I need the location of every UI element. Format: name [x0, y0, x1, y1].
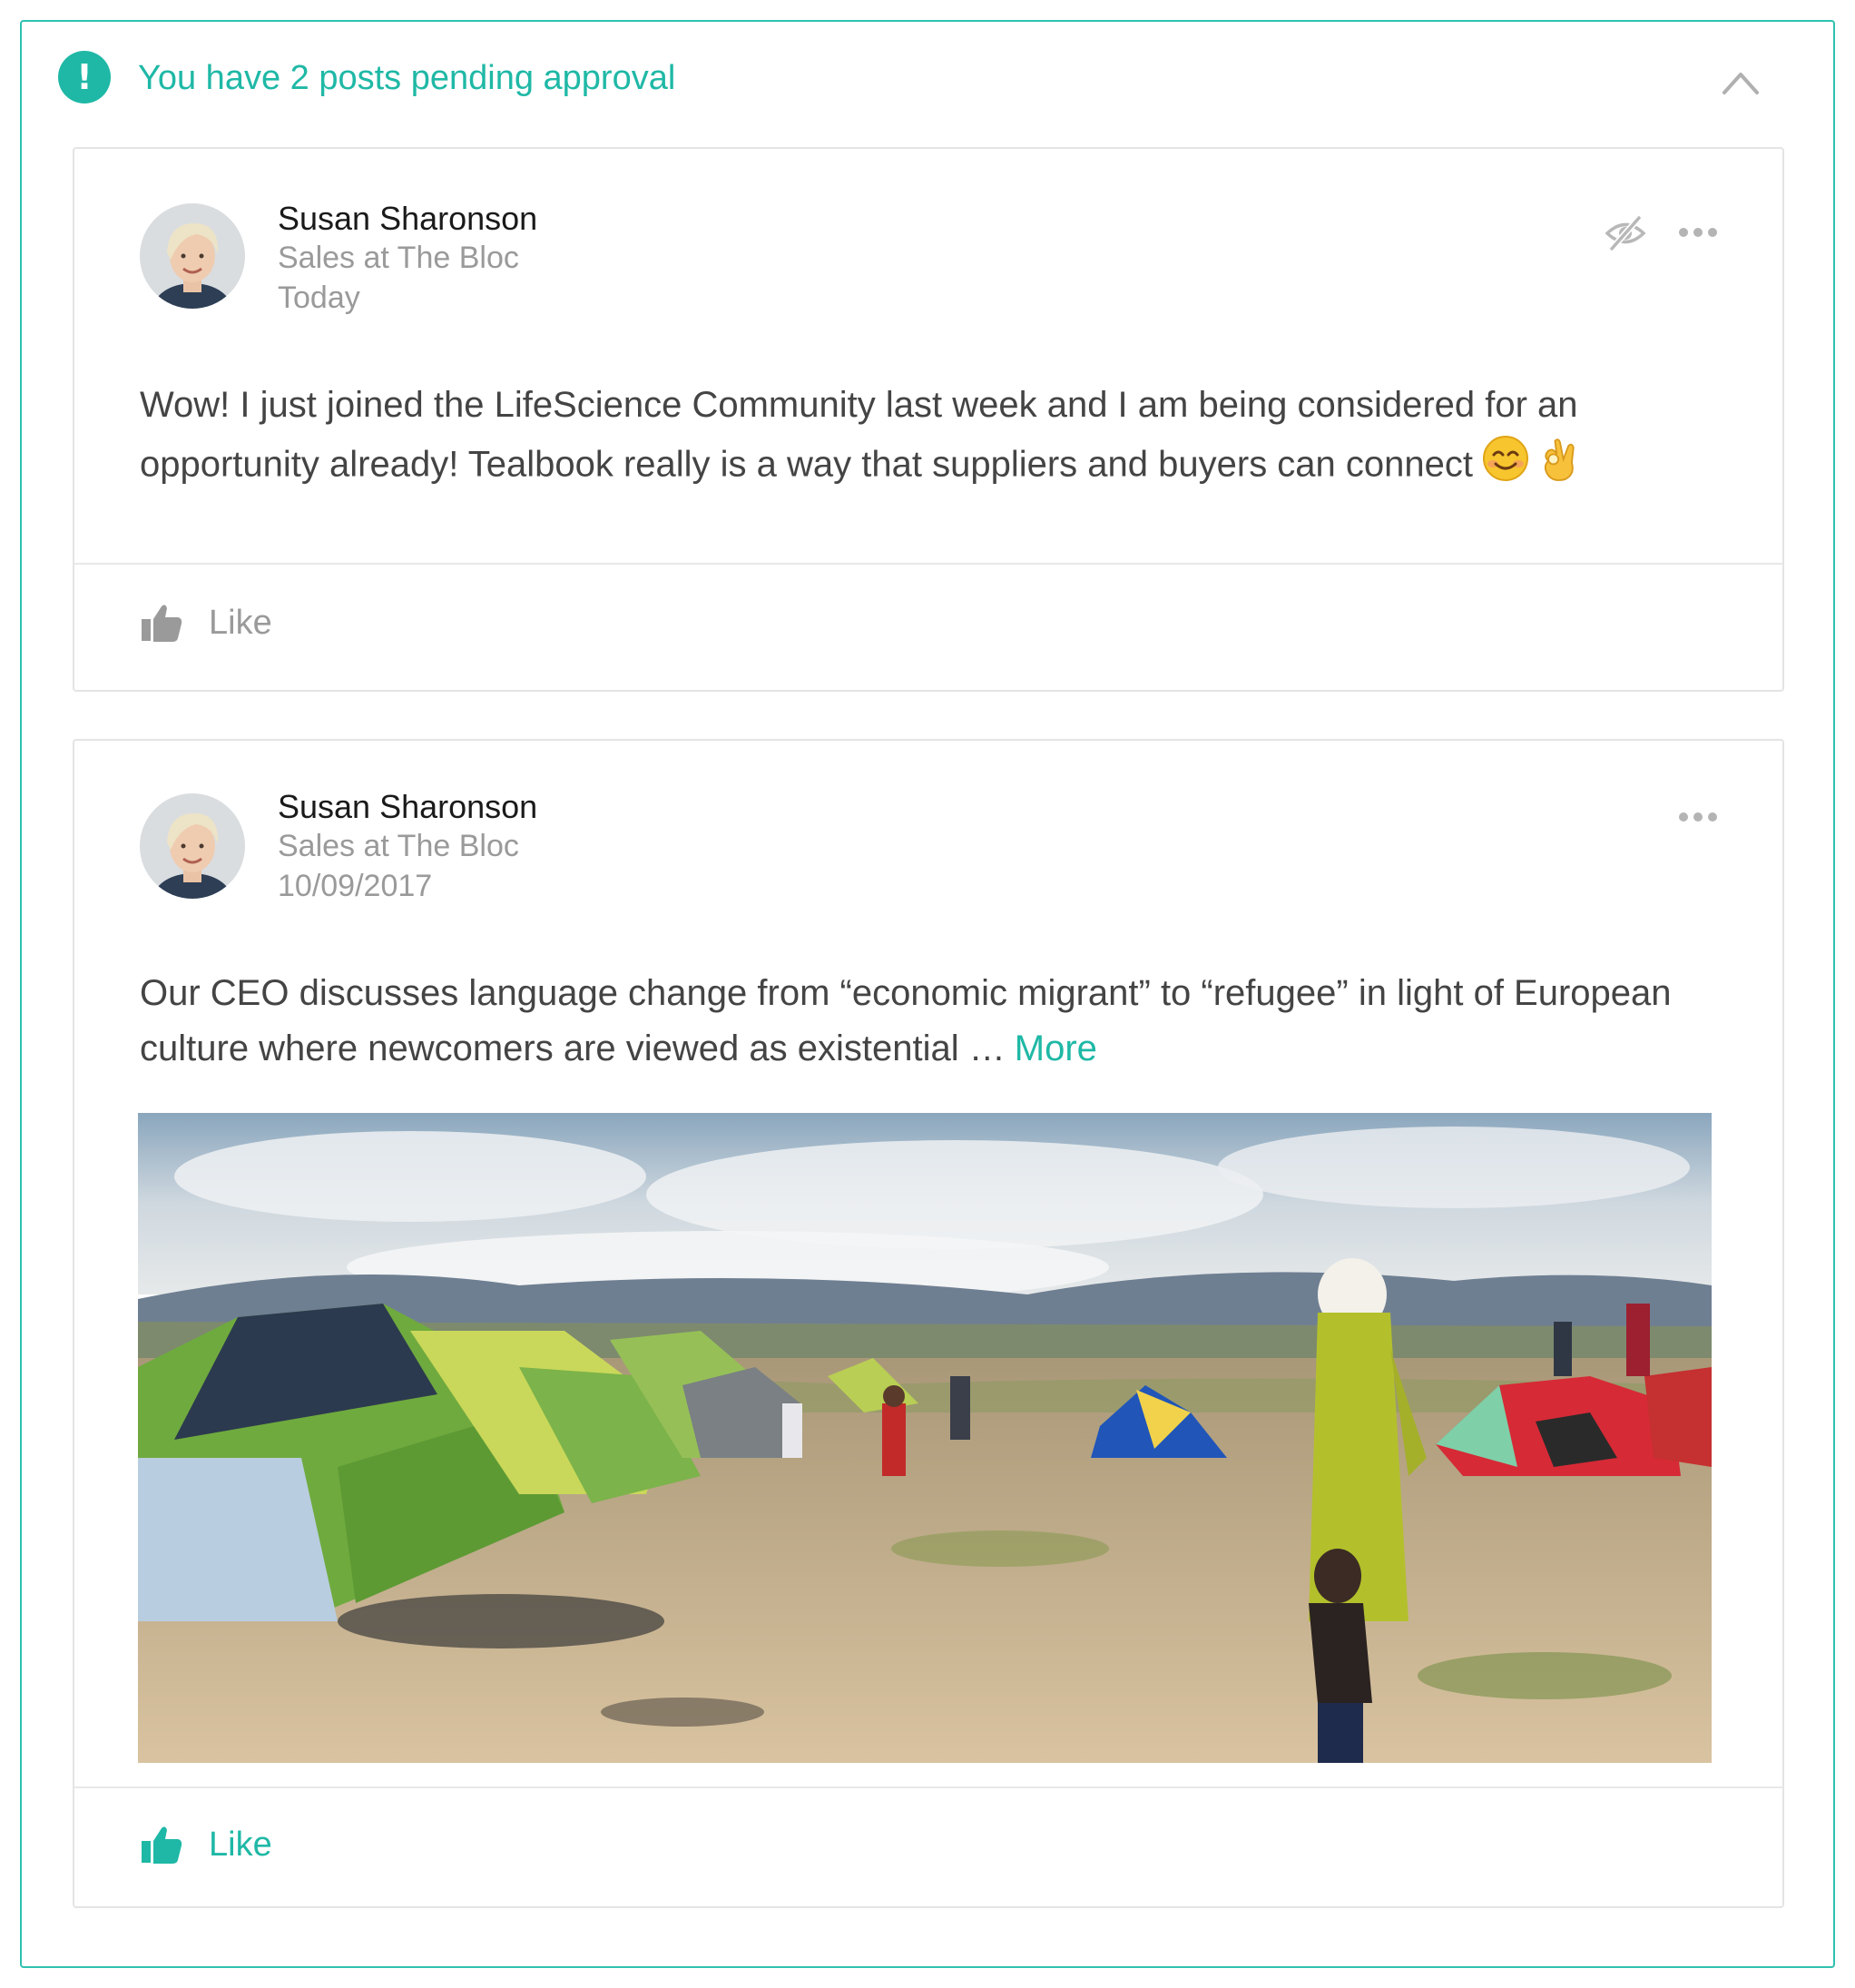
thumbs-up-icon: [142, 605, 182, 642]
chevron-up-icon[interactable]: [1721, 69, 1761, 96]
post-text: Wow! I just joined the LifeScience Commu…: [140, 385, 1578, 485]
more-link[interactable]: More: [1015, 1028, 1097, 1068]
pending-approval-panel: ! You have 2 posts pending approval Susa…: [20, 20, 1835, 1968]
pending-approval-banner[interactable]: ! You have 2 posts pending approval: [22, 22, 1833, 131]
author-name[interactable]: Susan Sharonson: [278, 200, 537, 238]
avatar[interactable]: [140, 793, 245, 899]
post-body: Our CEO discusses language change from “…: [140, 966, 1701, 1077]
pending-approval-message: You have 2 posts pending approval: [138, 59, 676, 97]
author-role: Sales at The Bloc: [278, 829, 519, 863]
hidden-eye-icon[interactable]: [1605, 212, 1646, 254]
more-options-icon[interactable]: [1679, 810, 1726, 828]
author-name[interactable]: Susan Sharonson: [278, 788, 537, 826]
post-card: Susan Sharonson Sales at The Bloc Today …: [73, 147, 1784, 692]
more-options-icon[interactable]: [1679, 225, 1726, 243]
smiling-face-emoji: [1482, 435, 1529, 498]
avatar[interactable]: [140, 203, 245, 309]
ok-hand-emoji: [1538, 433, 1582, 500]
post-body: Wow! I just joined the LifeScience Commu…: [140, 378, 1701, 500]
post-date: 10/09/2017: [278, 869, 433, 903]
post-text: Our CEO discusses language change from “…: [140, 973, 1672, 1068]
author-role: Sales at The Bloc: [278, 241, 519, 275]
like-button[interactable]: Like: [140, 595, 272, 650]
card-divider: [74, 1786, 1782, 1788]
post-card: Susan Sharonson Sales at The Bloc 10/09/…: [73, 739, 1784, 1908]
card-divider: [74, 563, 1782, 565]
like-button[interactable]: Like: [140, 1817, 272, 1872]
exclamation-circle-icon: !: [58, 51, 111, 103]
post-image[interactable]: [138, 1113, 1712, 1763]
post-date: Today: [278, 280, 360, 315]
like-label: Like: [209, 1825, 272, 1864]
like-label: Like: [209, 603, 272, 642]
thumbs-up-icon: [142, 1826, 182, 1864]
